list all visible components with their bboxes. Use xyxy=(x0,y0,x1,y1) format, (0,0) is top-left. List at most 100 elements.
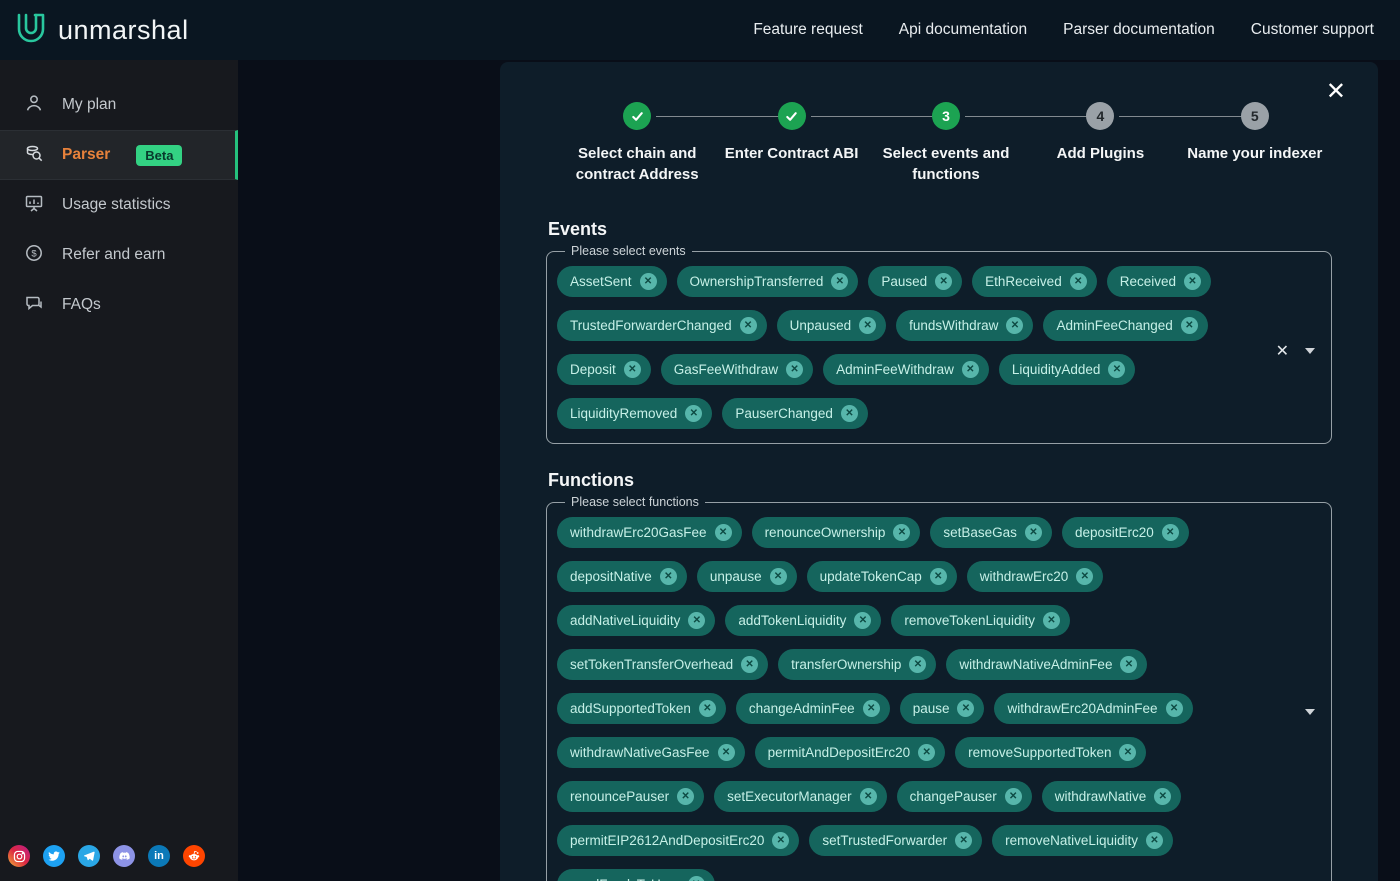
sidebar-item-refer-and-earn[interactable]: $ Refer and earn xyxy=(0,230,238,280)
chip-remove-icon[interactable]: ✕ xyxy=(714,524,732,541)
chip-remove-icon[interactable]: ✕ xyxy=(909,656,927,673)
close-icon[interactable]: ✕ xyxy=(1326,80,1346,104)
chip-remove-icon[interactable]: ✕ xyxy=(1004,788,1022,805)
chip-remove-icon[interactable]: ✕ xyxy=(1024,524,1042,541)
chip-label: Paused xyxy=(881,273,928,289)
chip-remove-icon[interactable]: ✕ xyxy=(717,744,735,761)
step-add-plugins[interactable]: 4 Add Plugins xyxy=(1023,102,1244,185)
event-chip: LiquidityAdded ✕ xyxy=(998,354,1136,385)
chip-remove-icon[interactable]: ✕ xyxy=(918,744,936,761)
chip-remove-icon[interactable]: ✕ xyxy=(741,656,759,673)
discord-icon[interactable] xyxy=(113,845,135,867)
chip-remove-icon[interactable]: ✕ xyxy=(639,273,657,290)
sidebar-item-faqs[interactable]: FAQs xyxy=(0,280,238,330)
step-check-icon xyxy=(777,102,806,130)
chip-remove-icon[interactable]: ✕ xyxy=(677,788,695,805)
nav-customer-support[interactable]: Customer support xyxy=(1251,21,1374,39)
chip-remove-icon[interactable]: ✕ xyxy=(659,568,677,585)
chevron-down-icon[interactable] xyxy=(1305,347,1315,354)
chip-remove-icon[interactable]: ✕ xyxy=(1006,317,1024,334)
event-chip: fundsWithdraw ✕ xyxy=(896,310,1034,341)
step-label: Add Plugins xyxy=(1056,145,1145,162)
chip-remove-icon[interactable]: ✕ xyxy=(840,405,858,422)
chip-remove-icon[interactable]: ✕ xyxy=(698,700,716,717)
telegram-icon[interactable] xyxy=(78,845,100,867)
chip-remove-icon[interactable]: ✕ xyxy=(859,317,877,334)
sidebar-item-label: Parser xyxy=(62,146,111,163)
chip-remove-icon[interactable]: ✕ xyxy=(955,832,973,849)
step-enter-abi[interactable]: Enter Contract ABI xyxy=(714,102,935,185)
chip-remove-icon[interactable]: ✕ xyxy=(859,788,877,805)
chip-remove-icon[interactable]: ✕ xyxy=(935,273,953,290)
chip-remove-icon[interactable]: ✕ xyxy=(1161,524,1179,541)
chip-remove-icon[interactable]: ✕ xyxy=(786,361,804,378)
chip-remove-icon[interactable]: ✕ xyxy=(1145,832,1163,849)
sidebar-item-usage-statistics[interactable]: Usage statistics xyxy=(0,180,238,230)
chip-remove-icon[interactable]: ✕ xyxy=(772,832,790,849)
chip-remove-icon[interactable]: ✕ xyxy=(929,568,947,585)
chip-remove-icon[interactable]: ✕ xyxy=(739,317,757,334)
chip-remove-icon[interactable]: ✕ xyxy=(1108,361,1126,378)
chip-remove-icon[interactable]: ✕ xyxy=(688,612,706,629)
sidebar-item-parser[interactable]: Parser Beta xyxy=(0,130,238,180)
chip-remove-icon[interactable]: ✕ xyxy=(862,700,880,717)
function-chip: withdrawErc20 ✕ xyxy=(966,561,1104,592)
linkedin-icon[interactable]: in xyxy=(148,845,170,867)
chip-remove-icon[interactable]: ✕ xyxy=(1076,568,1094,585)
chip-label: Deposit xyxy=(570,361,616,377)
chip-remove-icon[interactable]: ✕ xyxy=(1069,273,1087,290)
chip-remove-icon[interactable]: ✕ xyxy=(1043,612,1060,629)
chip-remove-icon[interactable]: ✕ xyxy=(1119,744,1137,761)
reddit-icon[interactable] xyxy=(183,845,205,867)
presentation-chart-icon xyxy=(24,193,44,218)
step-label: Select events and functions xyxy=(882,145,1010,183)
chip-remove-icon[interactable]: ✕ xyxy=(769,568,787,585)
nav-api-documentation[interactable]: Api documentation xyxy=(899,21,1027,39)
chip-label: AssetSent xyxy=(570,273,632,289)
function-chip: removeSupportedToken ✕ xyxy=(955,737,1147,768)
chip-remove-icon[interactable]: ✕ xyxy=(1120,656,1138,673)
chip-remove-icon[interactable]: ✕ xyxy=(685,405,703,422)
twitter-icon[interactable] xyxy=(43,845,65,867)
functions-title: Functions xyxy=(548,470,634,490)
chip-label: Received xyxy=(1119,273,1176,289)
function-chip: setBaseGas ✕ xyxy=(930,517,1052,548)
chip-label: changeAdminFee xyxy=(748,700,855,716)
step-select-events-functions[interactable]: 3 Select events and functions xyxy=(869,102,1089,185)
events-select-field: Please select events AssetSent ✕ Ownersh… xyxy=(546,244,1332,444)
chip-label: addTokenLiquidity xyxy=(738,612,847,628)
nav-feature-request[interactable]: Feature request xyxy=(753,21,862,39)
clear-all-icon[interactable]: ✕ xyxy=(1276,341,1289,361)
chip-remove-icon[interactable]: ✕ xyxy=(1180,317,1198,334)
chip-remove-icon[interactable]: ✕ xyxy=(1183,273,1201,290)
function-chip: removeTokenLiquidity ✕ xyxy=(891,605,1070,636)
function-chip: transferOwnership ✕ xyxy=(778,649,937,680)
functions-legend: Please select functions xyxy=(571,495,699,509)
functions-section: Functions Please select functions withdr… xyxy=(546,470,1332,881)
instagram-icon[interactable] xyxy=(8,845,30,867)
nav-parser-documentation[interactable]: Parser documentation xyxy=(1063,21,1215,39)
chip-remove-icon[interactable]: ✕ xyxy=(893,524,911,541)
step-select-chain[interactable]: Select chain and contract Address xyxy=(560,102,780,185)
chip-remove-icon[interactable]: ✕ xyxy=(1165,700,1183,717)
indexer-wizard-modal: ✕ Select chain and contract Address Ente… xyxy=(500,62,1378,881)
events-chip-list: AssetSent ✕ OwnershipTransferred ✕ Pause… xyxy=(557,262,1267,429)
function-chip: permitAndDepositErc20 ✕ xyxy=(754,737,946,768)
chip-remove-icon[interactable]: ✕ xyxy=(1154,788,1172,805)
chip-remove-icon[interactable]: ✕ xyxy=(957,700,975,717)
chip-label: OwnershipTransferred xyxy=(689,273,824,289)
function-chip: setExecutorManager ✕ xyxy=(714,781,887,812)
step-name-indexer[interactable]: 5 Name your indexer xyxy=(1178,102,1332,185)
chip-label: updateTokenCap xyxy=(819,568,922,584)
chip-label: setBaseGas xyxy=(943,524,1017,540)
main-area: ✕ Select chain and contract Address Ente… xyxy=(238,60,1400,881)
sidebar-item-my-plan[interactable]: My plan xyxy=(0,80,238,130)
chip-label: EthReceived xyxy=(985,273,1062,289)
chip-remove-icon[interactable]: ✕ xyxy=(831,273,849,290)
event-chip: LiquidityRemoved ✕ xyxy=(557,398,713,429)
chip-remove-icon[interactable]: ✕ xyxy=(961,361,979,378)
chip-remove-icon[interactable]: ✕ xyxy=(623,361,641,378)
chip-remove-icon[interactable]: ✕ xyxy=(687,876,705,881)
chevron-down-icon[interactable] xyxy=(1305,708,1315,715)
chip-remove-icon[interactable]: ✕ xyxy=(854,612,872,629)
